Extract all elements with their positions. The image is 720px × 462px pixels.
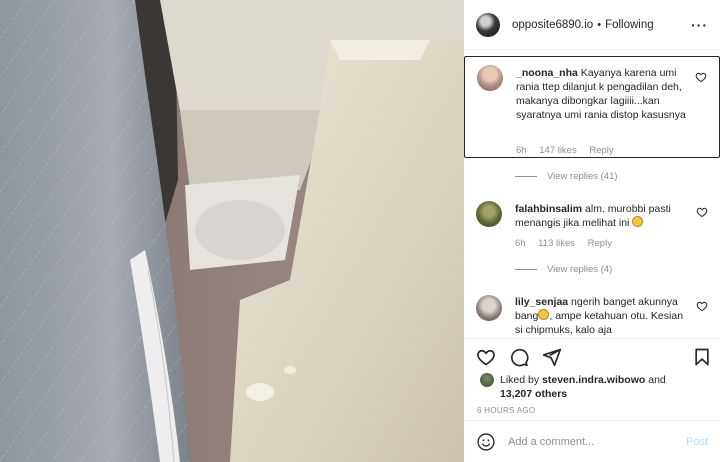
likes-and-label: and — [648, 374, 666, 386]
comment-meta: 6h 147 likes Reply — [516, 145, 624, 156]
comment-text-block: lily_senjaa ngerih banget akunnya bang, … — [515, 295, 685, 337]
post-sidebar: opposite6890.io • Following ··· _noona_n… — [464, 0, 720, 462]
comment-username[interactable]: lily_senjaa — [515, 296, 568, 308]
comment-meta: 6h 113 likes Reply — [515, 238, 622, 249]
bookmark-icon[interactable] — [692, 347, 712, 367]
comment-text-block: falahbinsalim alm. murobbi pasti menangi… — [515, 202, 685, 230]
more-options-icon[interactable]: ··· — [691, 17, 708, 33]
comment-icon[interactable] — [509, 347, 529, 367]
author-username[interactable]: opposite6890.io — [512, 19, 593, 31]
view-replies-button[interactable]: View replies (4) — [515, 264, 612, 275]
action-icons — [476, 347, 562, 367]
reply-button[interactable]: Reply — [588, 238, 612, 249]
view-replies-label: View replies (41) — [547, 171, 618, 182]
replies-divider — [515, 176, 537, 177]
comment-like-heart-icon[interactable] — [695, 71, 707, 83]
comment-avatar[interactable] — [476, 201, 502, 227]
comment-avatar[interactable] — [477, 65, 503, 91]
likes-others-count[interactable]: 13,207 others — [500, 388, 567, 400]
comments-list[interactable]: _noona_nha Kayanya karena umi rania ttep… — [464, 50, 720, 338]
save-button[interactable] — [692, 347, 712, 367]
post-button[interactable]: Post — [686, 436, 708, 448]
view-replies-button[interactable]: View replies (41) — [515, 171, 618, 182]
comment-likes[interactable]: 113 likes — [538, 238, 575, 249]
author-avatar[interactable] — [476, 12, 500, 37]
comment-input[interactable] — [508, 435, 678, 448]
liked-by-label: Liked by — [500, 374, 540, 386]
comment-username[interactable]: falahbinsalim — [515, 203, 582, 215]
view-replies-label: View replies (4) — [547, 264, 613, 275]
comment-like-heart-icon[interactable] — [696, 300, 708, 312]
heart-icon[interactable] — [476, 347, 496, 367]
comment-avatar[interactable] — [476, 295, 502, 321]
comment-text-block: _noona_nha Kayanya karena umi rania ttep… — [516, 66, 686, 122]
sad-face-emoji-icon — [632, 216, 644, 227]
reply-button[interactable]: Reply — [589, 145, 613, 156]
comment-username[interactable]: _noona_nha — [516, 67, 578, 79]
emoji-picker-button[interactable] — [476, 432, 496, 452]
likes-text: Liked by steven.indra.wibowo and 13,207 … — [500, 373, 666, 401]
comment-time: 6h — [516, 145, 527, 156]
share-icon[interactable] — [542, 347, 562, 367]
comment-likes[interactable]: 147 likes — [539, 145, 577, 156]
add-comment-bar: Post — [464, 420, 720, 462]
post-photo[interactable] — [0, 0, 464, 462]
post-timestamp[interactable]: 6 HOURS AGO — [477, 406, 535, 415]
liker-username[interactable]: steven.indra.wibowo — [542, 374, 645, 386]
header-separator: • — [597, 18, 602, 31]
smiley-icon[interactable] — [476, 432, 496, 452]
liker-avatar[interactable] — [480, 373, 494, 387]
following-button[interactable]: Following — [605, 19, 654, 31]
likes-summary: Liked by steven.indra.wibowo and 13,207 … — [480, 373, 666, 401]
comment-item: _noona_nha Kayanya karena umi rania ttep… — [464, 56, 720, 158]
photo-image — [0, 0, 464, 462]
grin-sweat-emoji-icon — [538, 309, 550, 320]
comment-item: falahbinsalim alm. murobbi pasti menangi… — [464, 196, 720, 266]
replies-divider — [515, 269, 537, 270]
comment-item: lily_senjaa ngerih banget akunnya bang, … — [464, 290, 720, 338]
comment-time: 6h — [515, 238, 526, 249]
post-header: opposite6890.io • Following ··· — [464, 0, 720, 50]
comment-like-heart-icon[interactable] — [696, 206, 708, 218]
